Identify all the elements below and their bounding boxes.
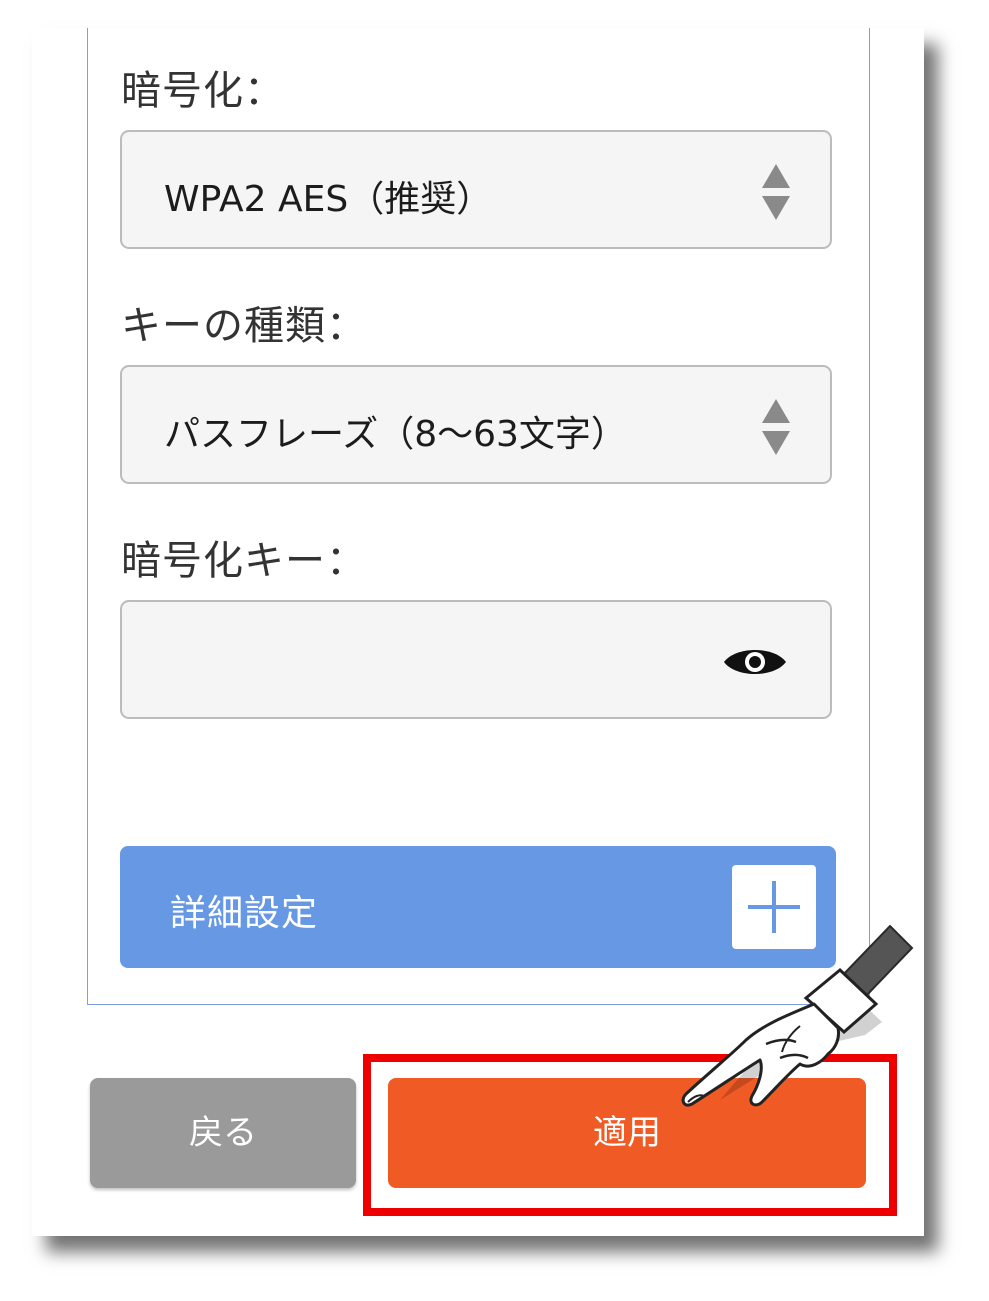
back-button[interactable]: 戻る bbox=[90, 1078, 356, 1188]
expand-button[interactable] bbox=[732, 865, 816, 949]
encryption-selected-value: WPA2 AES（推奨） bbox=[164, 179, 493, 220]
encryption-label: 暗号化： bbox=[121, 68, 285, 114]
key-type-select[interactable]: パスフレーズ（8〜63文字） bbox=[120, 365, 832, 484]
key-type-label: キーの種類： bbox=[121, 303, 367, 349]
router-settings-screen: 暗号化： WPA2 AES（推奨） キーの種類： パスフレーズ（8〜63文字） … bbox=[32, 28, 924, 1236]
apply-button[interactable]: 適用 bbox=[388, 1078, 866, 1188]
encryption-key-label: 暗号化キー： bbox=[121, 538, 367, 584]
select-updown-icon bbox=[762, 164, 790, 220]
encryption-key-input[interactable] bbox=[120, 600, 832, 719]
encryption-select[interactable]: WPA2 AES（推奨） bbox=[120, 130, 832, 249]
plus-icon bbox=[748, 881, 800, 933]
select-updown-icon bbox=[762, 399, 790, 455]
advanced-settings-bar[interactable]: 詳細設定 bbox=[120, 846, 836, 968]
eye-icon[interactable] bbox=[722, 644, 788, 680]
advanced-settings-label: 詳細設定 bbox=[170, 893, 319, 934]
key-type-selected-value: パスフレーズ（8〜63文字） bbox=[164, 414, 627, 455]
